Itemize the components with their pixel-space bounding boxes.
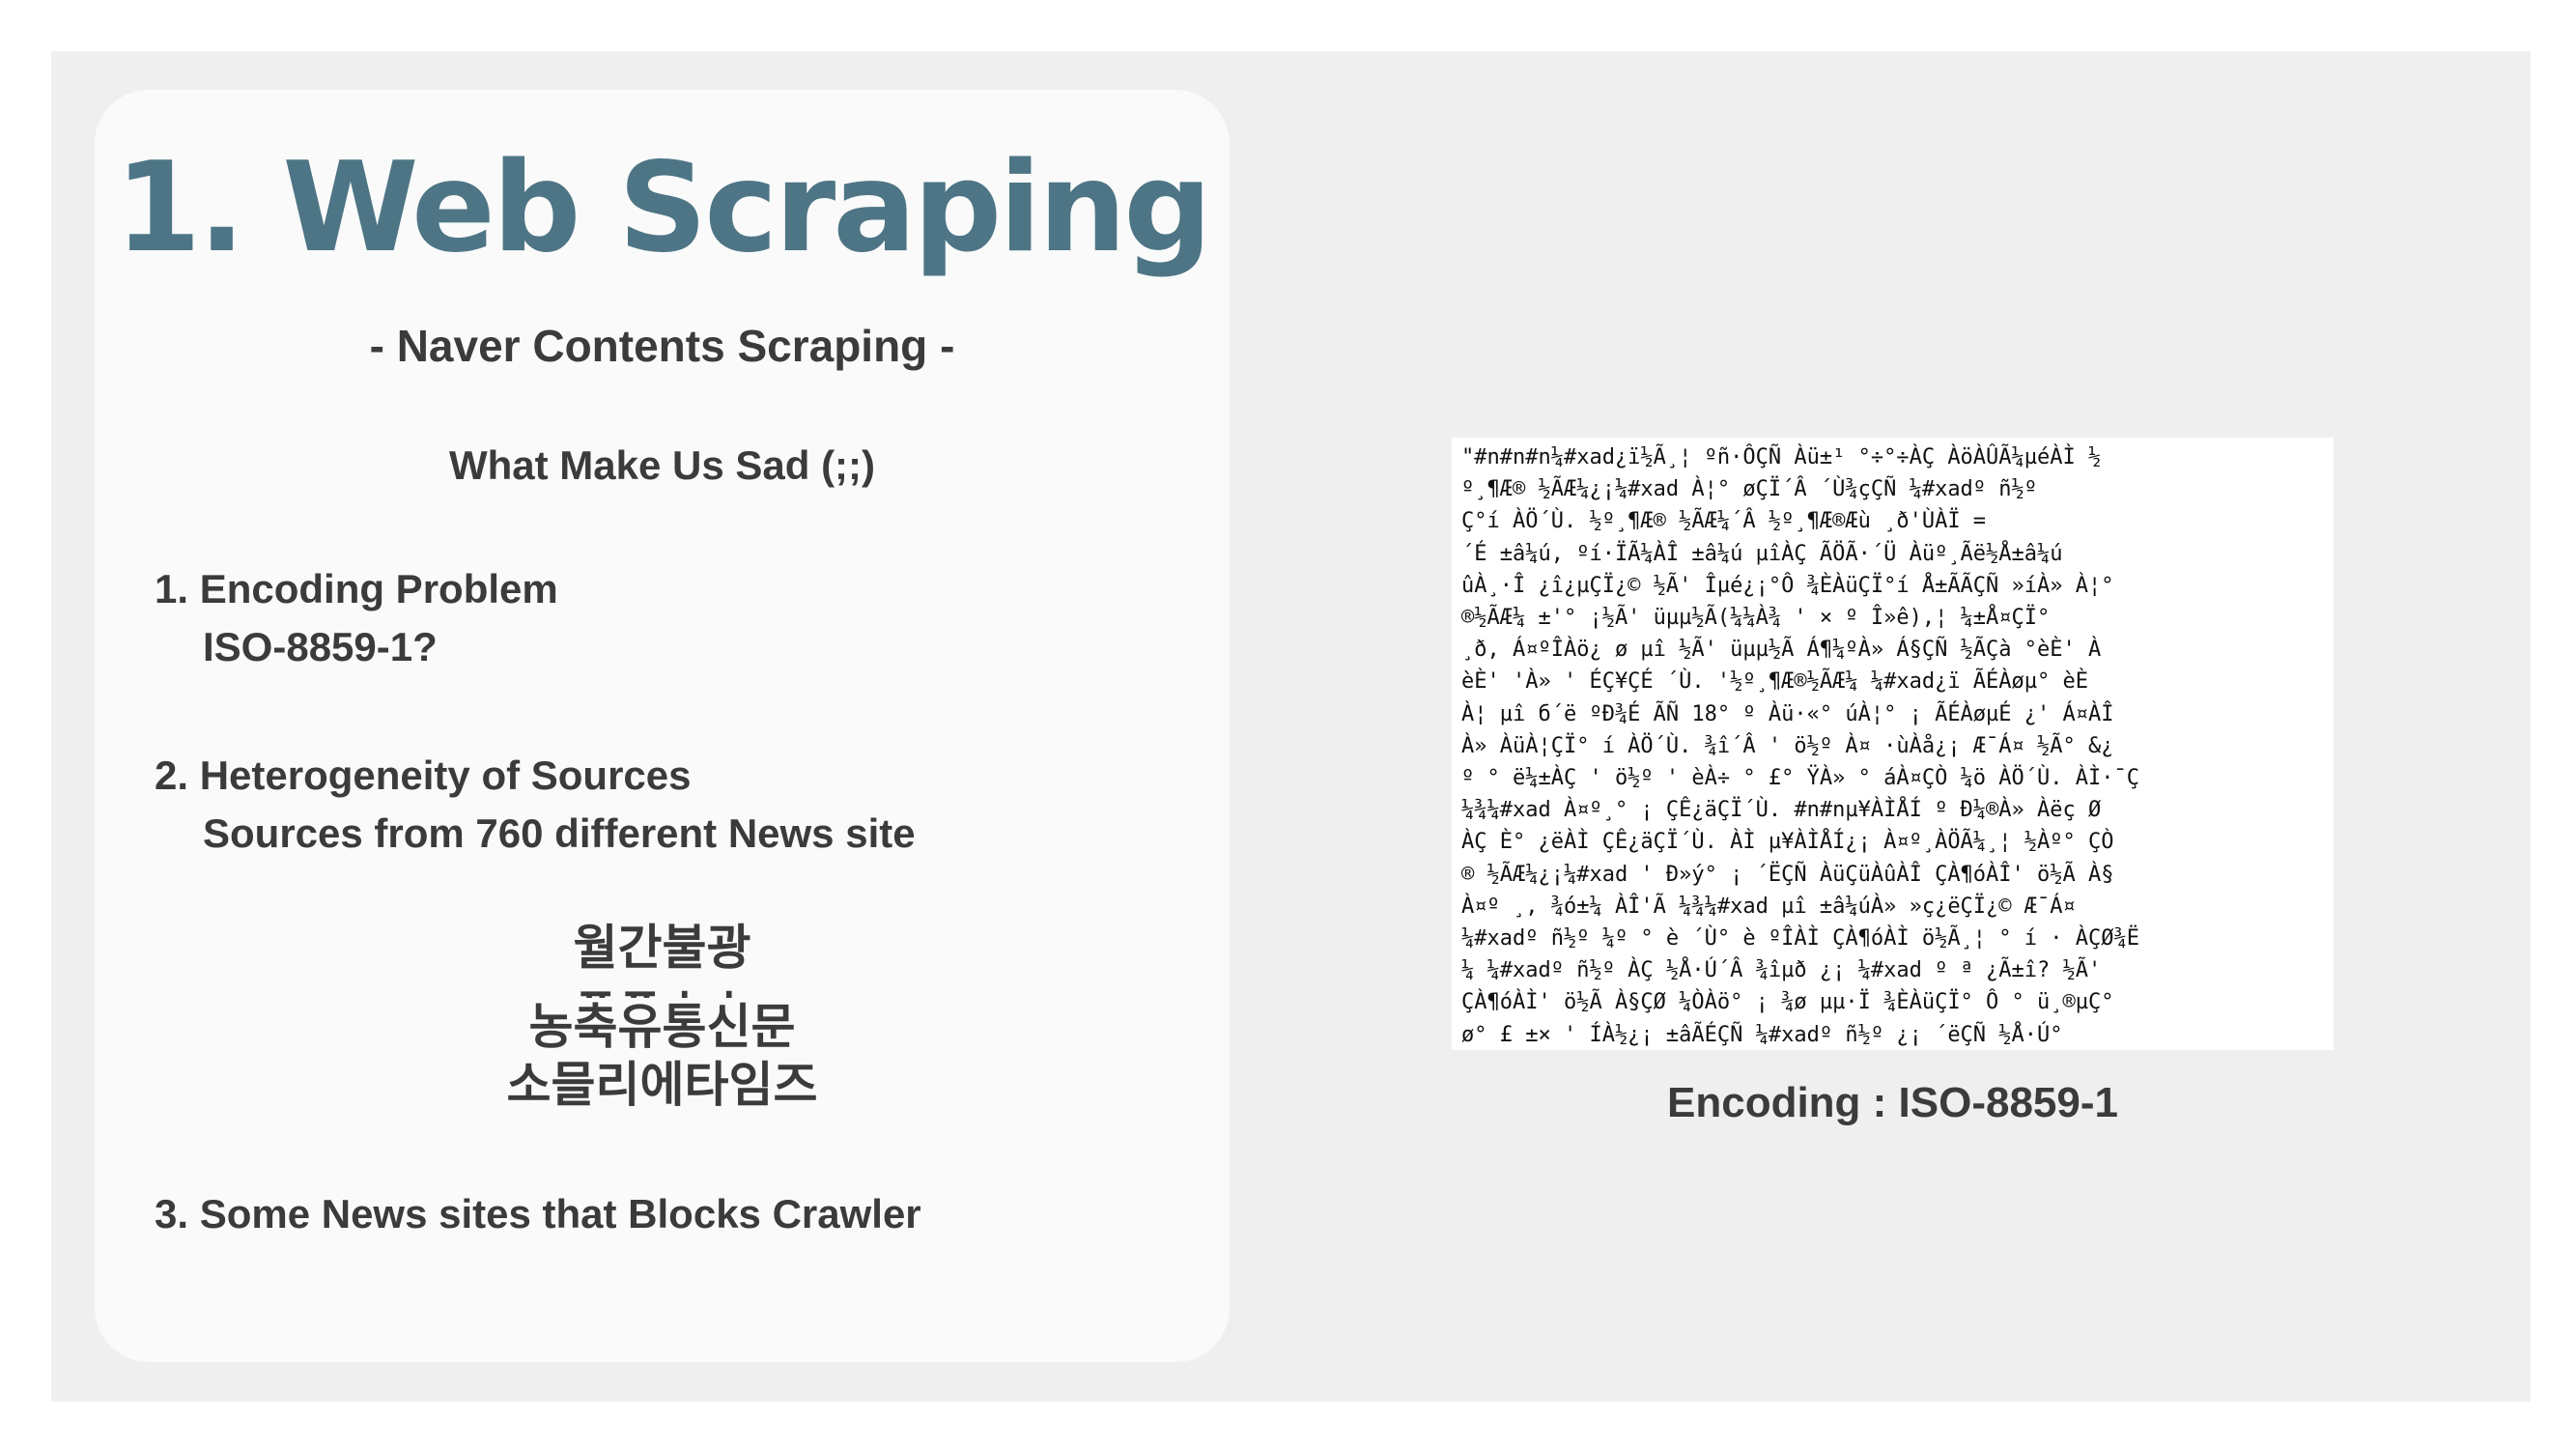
garbled-line: ø° £ ±× ' ÍÀ½¿¡ ±âÃÉÇÑ ¼#xadº ñ½º ¿¡ ´ëÇ… [1461,1022,2063,1047]
garbled-line: ¼¾¼#xad À¤º¸° ¡ ÇÊ¿äÇÏ´Ù. #n#nµ¥ÀÌÅÍ º Ð… [1461,798,2102,823]
encoding-caption: Encoding : ISO-8859-1 [1667,1079,2118,1126]
garbled-line: À» ÀüÀ¦ÇÏ° í ÀÖ´Ù. ¾î´Â ' ö½º À¤ ·ùÀå¿¡ … [1461,733,2114,758]
section-heading: What Make Us Sad (;;) [448,442,876,488]
garbled-text: "#n#n#n¼#xad¿ï½Ã¸¦ ºñ·ÔÇÑ Àü±¹ °÷°÷ÀÇ Àö… [1452,438,2334,1050]
garbled-line: ¼ ¼#xadº ñ½º ÀÇ ½Å·Ú´Â ¾îµð ¿¡ ¼#xad º ª… [1461,958,2102,983]
garbled-line: º¸¶Æ® ½ÃÆ¼¿¡¼#xad À¦° øÇÏ´Â ´Ù¾çÇÑ ¼#xad… [1461,477,2038,502]
garbled-line: ÀÇ È° ¿ëÀÌ ÇÊ¿äÇÏ´Ù. ÀÌ µ¥ÀÌÅÍ¿¡ À¤º¸ÀÖÃ… [1461,830,2114,855]
issue-detail: Sources from 760 different News site [203,810,916,856]
garbled-line: ¼#xadº ñ½º ¼º ° è ´Ù° è ºÎÀÌ ÇÀ¶óÀÌ ö½Ã¸… [1461,926,2139,952]
issue-detail: ISO-8859-1? [203,624,438,669]
garbled-line: ÇÀ¶óÀÌ' ö½Ã À§ÇØ ¼ÒÀö° ¡ ¾ø µµ·Ï ¾ÈÀüÇÏ°… [1461,990,2114,1015]
garbled-line: Ç°í ÀÖ´Ù. ½º¸¶Æ® ½ÃÆ¼´Â ½º¸¶Æ®Æù ¸ð'ÙÀÏ … [1461,509,1987,534]
content-card: 1. Web Scraping - Naver Contents Scrapin… [95,90,1230,1362]
korean-news-site-list: 월간불광 ㅍㅍㅅㅅ 농축유통신문 소믈리에타임즈 [95,919,1230,1114]
garbled-text-sample: "#n#n#n¼#xad¿ï½Ã¸¦ ºñ·ÔÇÑ Àü±¹ °÷°÷ÀÇ Àö… [1452,438,2334,1050]
news-site-name: 소믈리에타임즈 [506,1057,818,1113]
garbled-line: À¤º ¸, ¾ó±¼ ÀÎ'Ã ¼¾¼#xad µî ±â¼úÀ» »ç¿ëÇ… [1461,894,2076,919]
issue-encoding: 1. Encoding Problem ISO-8859-1? [155,566,558,670]
issue-blocking: 3. Some News sites that Blocks Crawler [155,1191,921,1237]
issue-heterogeneity: 2. Heterogeneity of Sources Sources from… [155,753,916,857]
garbled-line: ® ½ÃÆ¼¿¡¼#xad ' Ð»ý° ¡ ´ËÇÑ ÀüÇüÀûÀÎ ÇÀ¶… [1461,862,2114,887]
garbled-line: ûÀ¸·Î ¿î¿µÇÏ¿© ½Ã' Îµé¿¡°Ô ¾ÈÀüÇÏ°í Å±ÃÃ… [1461,573,2114,598]
slide-subtitle: - Naver Contents Scraping - [369,321,955,371]
news-site-name: ㅍㅍㅅㅅ [95,977,1230,998]
slide: 1. Web Scraping - Naver Contents Scrapin… [51,51,2531,1402]
garbled-line: èÈ' 'À» ' ÉÇ¥ÇÉ ´Ù. '½º¸¶Æ®½ÃÆ¼ ¼#xad¿ï … [1461,669,2089,695]
issue-title: 1. Encoding Problem [155,566,558,611]
garbled-line: À¦ µî б´ë ºÐ¾É ÃÑ 18° º Àü·«° úÀ¦° ¡ ÃÉÀ… [1461,701,2114,726]
garbled-line: ´É ±â¼ú, ºí·ÏÃ¼ÀÎ ±â¼ú µîÀÇ ÃÖÃ·´Ü Àüº¸Ã… [1461,541,2063,566]
garbled-line: ¸ð, Á¤ºÎÀö¿ ø µî ½Ã' üµµ½Ã Á¶¼ºÀ» Á§ÇÑ ½… [1461,638,2102,663]
issue-title: 2. Heterogeneity of Sources [155,753,692,798]
garbled-line: ®½ÃÆ¼ ±'° ¡½Ã' üµµ½Ã(¼¼À¾ ' × º Î»ê),¦ ¼… [1461,606,2051,631]
slide-title: 1. Web Scraping [115,136,1212,280]
garbled-line: "#n#n#n¼#xad¿ï½Ã¸¦ ºñ·ÔÇÑ Àü±¹ °÷°÷ÀÇ Àö… [1461,445,2102,469]
issue-title: 3. Some News sites that Blocks Crawler [155,1191,921,1236]
garbled-line: º ° ë¼±ÀÇ ' ö½º ' èÀ÷ ° £° ŸÀ» ° áÀ¤ÇÒ ¼… [1461,766,2139,791]
news-site-name: 월간불광 [573,920,751,976]
news-site-name: 농축유통신문 [528,999,796,1055]
